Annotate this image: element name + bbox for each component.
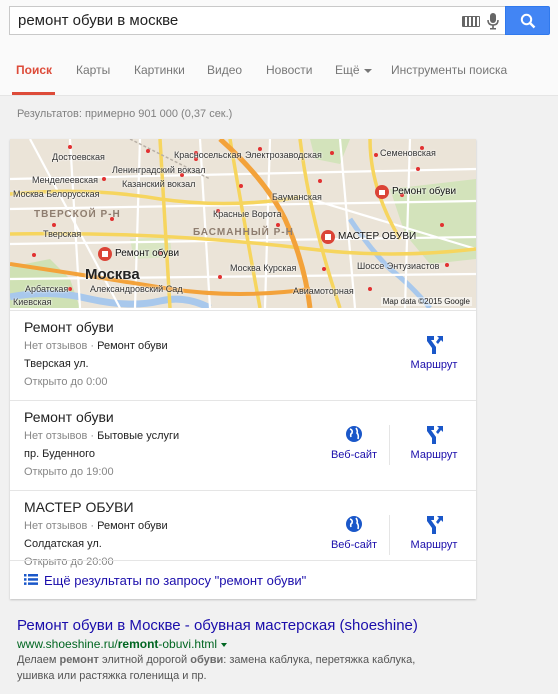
result-url-bold: remont <box>117 637 159 651</box>
listing-reviews: Нет отзывов <box>24 430 88 442</box>
listing-category: Бытовые услуги <box>97 430 180 442</box>
chevron-down-icon <box>363 68 372 73</box>
map-label: Москва Курская <box>230 263 297 273</box>
listing-address: Тверская ул. <box>24 358 89 370</box>
search-icon <box>520 13 536 29</box>
search-input[interactable] <box>18 7 458 34</box>
listing-category: Ремонт обуви <box>97 520 168 532</box>
map-label: Москва Белорусская <box>13 189 100 199</box>
website-label: Веб-сайт <box>330 539 378 551</box>
route-label: Маршрут <box>410 539 458 551</box>
active-tab-indicator <box>12 92 55 95</box>
snippet-text: Делаем <box>17 654 60 666</box>
map-label: Семеновская <box>380 148 436 158</box>
snippet-bold: обуви <box>190 654 224 666</box>
map-pin-2[interactable] <box>375 185 389 199</box>
map-label: Электрозаводская <box>245 150 322 160</box>
route-button[interactable]: Маршрут <box>399 513 469 551</box>
listing-title: Ремонт обуви <box>24 319 114 335</box>
snippet-text: элитной дорогой <box>98 654 191 666</box>
map-label: Ленинградский вокзал <box>112 165 206 175</box>
map-label: Казанский вокзал <box>122 179 196 189</box>
listing-title: МАСТЕР ОБУВИ <box>24 499 134 515</box>
tab-search-tools[interactable]: Инструменты поиска <box>391 63 507 77</box>
map-label: Александровский Сад <box>90 284 183 294</box>
map-pin-label: Ремонт обуви <box>115 248 180 259</box>
more-results-label: Ещё результаты по запросу "ремонт обуви" <box>44 573 307 588</box>
results-count: Результатов: примерно 901 000 (0,37 сек.… <box>17 108 233 120</box>
tab-maps[interactable]: Карты <box>76 63 110 77</box>
listing-meta: Нет отзывов · Ремонт обуви <box>24 520 168 532</box>
header: Поиск Карты Картинки Видео Новости Ещё И… <box>0 0 558 96</box>
listing-meta: Нет отзывов · Бытовые услуги <box>24 430 180 442</box>
route-label: Маршрут <box>410 449 458 461</box>
tab-search[interactable]: Поиск <box>16 63 52 77</box>
map-label: Достоевская <box>52 152 105 162</box>
tab-video[interactable]: Видео <box>207 63 242 77</box>
more-results-link[interactable]: Ещё результаты по запросу "ремонт обуви" <box>10 560 476 599</box>
listing-meta: Нет отзывов · Ремонт обуви <box>24 340 168 352</box>
tab-images[interactable]: Картинки <box>134 63 185 77</box>
list-icon <box>24 574 38 585</box>
website-label: Веб-сайт <box>330 449 378 461</box>
map-canvas <box>10 139 476 308</box>
result-url-suffix: -obuvi.html <box>158 637 218 651</box>
listing-reviews: Нет отзывов <box>24 340 88 352</box>
result-title-link[interactable]: Ремонт обуви в Москве - обувная мастерск… <box>17 617 418 634</box>
map[interactable]: Достоевская Красносельская Электрозаводс… <box>10 139 476 308</box>
local-listing[interactable]: Ремонт обуви Нет отзывов · Ремонт обуви … <box>10 310 476 400</box>
search-tabs: Поиск Карты Картинки Видео Новости Ещё И… <box>0 50 558 96</box>
map-attribution: Map data ©2015 Google <box>380 297 472 306</box>
action-divider <box>389 425 390 465</box>
result-snippet: Делаем ремонт элитной дорогой обуви: зам… <box>17 652 437 684</box>
website-button[interactable]: Веб-сайт <box>319 423 389 461</box>
map-label: Киевская <box>13 297 52 307</box>
tab-news[interactable]: Новости <box>266 63 312 77</box>
website-button[interactable]: Веб-сайт <box>319 513 389 551</box>
result-url[interactable]: www.shoeshine.ru/remont-obuvi.html <box>17 637 228 651</box>
directions-icon <box>427 516 443 534</box>
map-label: Красносельская <box>174 150 242 160</box>
map-city-label: Москва <box>85 266 140 283</box>
tab-more[interactable]: Ещё <box>335 63 372 77</box>
map-label: Бауманская <box>272 192 322 202</box>
map-pin-3[interactable] <box>321 230 335 244</box>
chevron-down-icon[interactable] <box>221 642 228 647</box>
result-url-prefix: www.shoeshine.ru/ <box>17 637 118 651</box>
keyboard-icon[interactable] <box>462 16 480 27</box>
map-pin-label: Ремонт обуви <box>392 186 457 197</box>
search-button[interactable] <box>505 6 550 35</box>
microphone-icon[interactable] <box>486 12 500 30</box>
listing-address: Солдатская ул. <box>24 538 102 550</box>
globe-icon <box>346 516 362 532</box>
map-district-label: БАСМАННЫЙ Р-Н <box>193 227 294 238</box>
listing-hours: Открыто до 19:00 <box>24 466 114 478</box>
map-pin-label: МАСТЕР ОБУВИ <box>338 231 417 242</box>
map-label: Шоссе Энтузиастов <box>357 261 440 271</box>
map-label: Арбатская <box>25 284 69 294</box>
globe-icon <box>346 426 362 442</box>
tab-more-label: Ещё <box>335 63 360 77</box>
map-pin-1[interactable] <box>98 247 112 261</box>
map-label: Красные Ворота <box>213 209 282 219</box>
route-button[interactable]: Маршрут <box>399 333 469 371</box>
local-results-card: Достоевская Красносельская Электрозаводс… <box>10 139 476 599</box>
map-label: Тверская <box>43 229 82 239</box>
listing-reviews: Нет отзывов <box>24 520 88 532</box>
listing-category: Ремонт обуви <box>97 340 168 352</box>
route-button[interactable]: Маршрут <box>399 423 469 461</box>
route-label: Маршрут <box>410 359 458 371</box>
map-label: Менделеевская <box>32 175 98 185</box>
map-district-label: ТВЕРСКОЙ Р-Н <box>34 209 121 220</box>
local-listing[interactable]: Ремонт обуви Нет отзывов · Бытовые услуг… <box>10 400 476 490</box>
listing-address: пр. Буденного <box>24 448 95 460</box>
map-label: Авиамоторная <box>293 286 354 296</box>
listing-hours: Открыто до 0:00 <box>24 376 108 388</box>
snippet-bold: ремонт <box>59 654 99 666</box>
directions-icon <box>427 426 443 444</box>
directions-icon <box>427 336 443 354</box>
search-box <box>9 6 505 35</box>
action-divider <box>389 515 390 555</box>
listing-title: Ремонт обуви <box>24 409 114 425</box>
